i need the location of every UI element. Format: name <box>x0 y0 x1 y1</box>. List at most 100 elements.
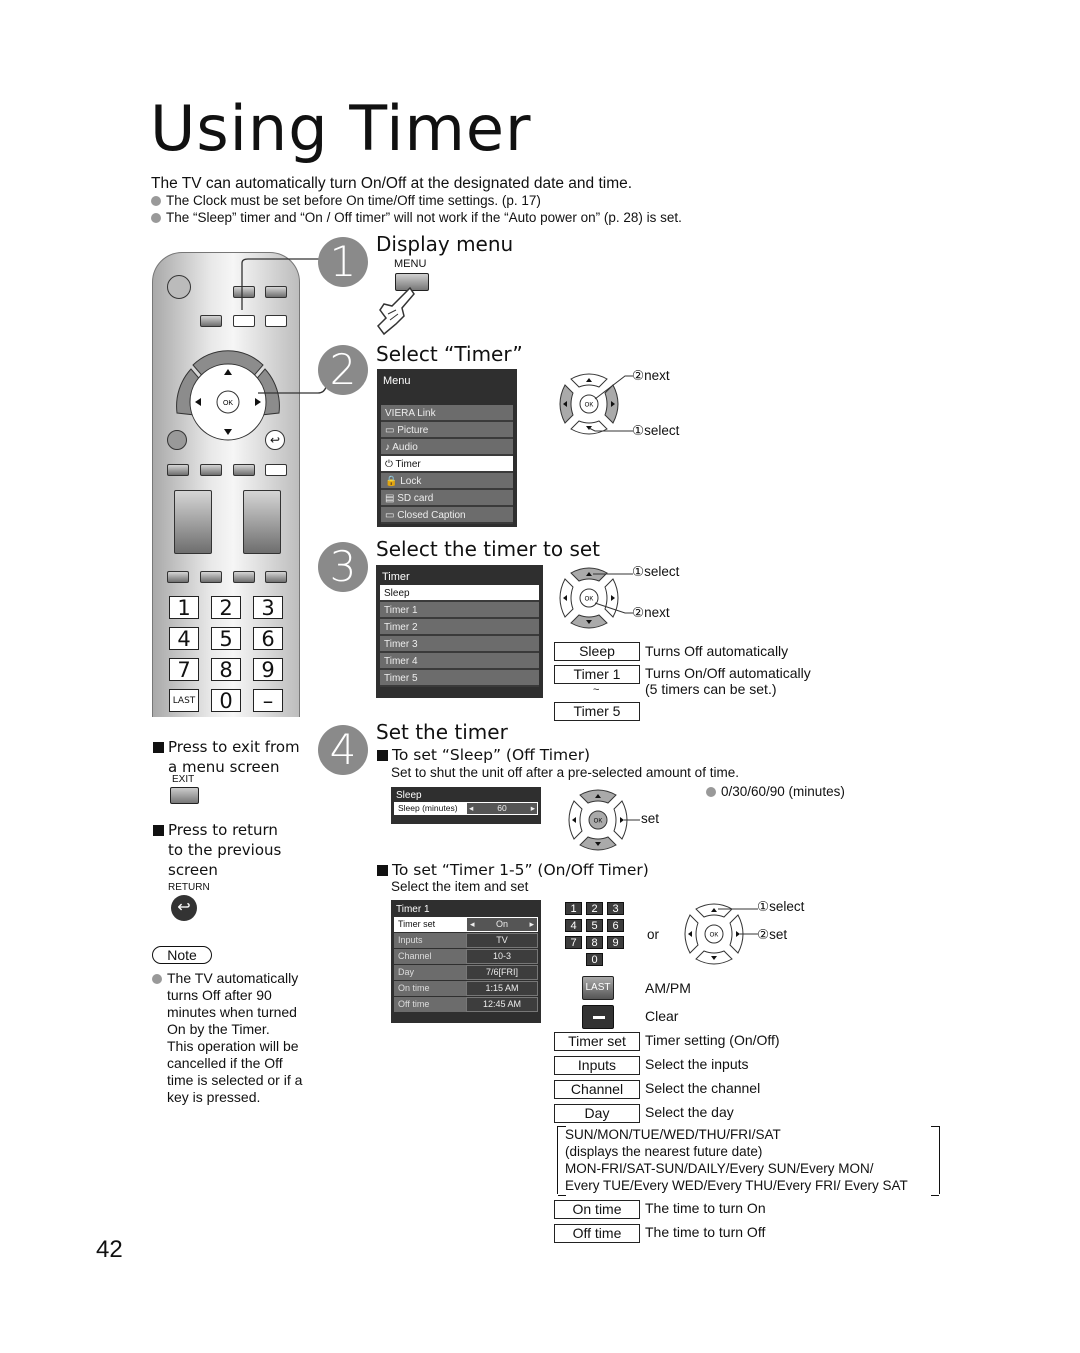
minus-icon <box>593 1016 605 1019</box>
timer1-row[interactable]: Inputs TV <box>394 933 538 948</box>
step-title: Display menu <box>376 232 514 256</box>
connector-lines <box>241 258 327 394</box>
step-title: Select the timer to set <box>376 537 601 561</box>
dpad-icon: OK <box>559 373 633 435</box>
power-button <box>167 275 191 299</box>
timer15-heading: To set “Timer 1-5” (On/Off Timer) <box>377 861 649 879</box>
step-number: 4 <box>318 725 368 775</box>
menu-item[interactable]: 🔒 Lock <box>381 473 513 490</box>
day-option-line: SUN/MON/TUE/WED/THU/FRI/SAT <box>565 1127 781 1142</box>
timer1-row-value: 12:45 AM <box>466 997 538 1012</box>
bullet-item: The Clock must be set before On time/Off… <box>151 193 541 208</box>
bullet-item: The “Sleep” timer and “On / Off timer” w… <box>151 210 682 225</box>
timer-item[interactable]: Timer 2 <box>380 619 539 636</box>
keypad-key: 0 <box>586 953 603 966</box>
number-key: 8 <box>211 658 241 681</box>
timer1-row-value: 7/6[FRI] <box>466 965 538 980</box>
legend-text: Select the day <box>645 1104 734 1120</box>
note-line: turns Off after 90 <box>167 987 272 1003</box>
menu-header: Menu <box>383 375 411 387</box>
exit-instruction: Press to exit from a menu screen <box>153 737 300 777</box>
menu-item[interactable]: ▭ Closed Caption <box>381 507 513 524</box>
svg-text:OK: OK <box>585 403 594 409</box>
menu-item-icon: ♪ <box>385 442 390 453</box>
keypad-key: 5 <box>586 919 603 932</box>
number-key: 2 <box>211 596 241 619</box>
legend-text: Turns On/Off automatically <box>645 665 811 681</box>
menu-item-icon: ⏻ <box>385 459 393 470</box>
timer1-screen-header: Timer 1 <box>396 904 430 915</box>
menu-item[interactable]: ⏻ Timer <box>381 456 513 473</box>
remote-button <box>167 464 189 476</box>
last-key: LAST <box>582 976 614 1000</box>
timer1-row-value: 10-3 <box>466 949 538 964</box>
day-option-line: Every TUE/Every WED/Every THU/Every FRI/… <box>565 1178 908 1193</box>
channel-rocker <box>243 490 281 554</box>
return-label: RETURN <box>168 882 210 893</box>
number-key: 1 <box>169 596 199 619</box>
legend-box: On time <box>554 1200 640 1219</box>
nav-select-label: ①select <box>757 899 805 914</box>
number-key: 6 <box>253 627 283 650</box>
timer1-row[interactable]: Timer set ◂ On ▸ <box>394 917 538 932</box>
step-title: Select “Timer” <box>376 342 523 366</box>
dpad-icon: OK <box>559 567 633 629</box>
legend-box: Channel <box>554 1080 640 1099</box>
sleep-screen-header: Sleep <box>396 790 422 801</box>
bullet-dot-icon <box>152 974 162 984</box>
day-option-line: MON-FRI/SAT-SUN/DAILY/Every SUN/Every MO… <box>565 1161 874 1176</box>
sleep-options: 0/30/60/90 (minutes) <box>706 784 845 799</box>
timer-item[interactable]: Timer 4 <box>380 653 539 670</box>
sleep-heading: To set “Sleep” (Off Timer) <box>377 746 590 764</box>
menu-item[interactable]: ♪ Audio <box>381 439 513 456</box>
svg-text:OK: OK <box>585 597 594 603</box>
dpad-icon: OK <box>684 903 758 965</box>
note-line: minutes when turned <box>167 1004 297 1020</box>
timer15-description: Select the item and set <box>391 879 529 894</box>
svg-text:OK: OK <box>710 933 719 939</box>
remote-button <box>200 315 222 327</box>
menu-item[interactable]: ▭ Picture <box>381 422 513 439</box>
remote-button <box>265 464 287 476</box>
pointing-hand-icon <box>377 286 415 336</box>
note-badge: Note <box>152 946 212 964</box>
step-number: 1 <box>318 237 368 287</box>
remote-button <box>200 464 222 476</box>
timer1-row[interactable]: Channel 10-3 <box>394 949 538 964</box>
timer1-row-label: Off time <box>394 997 466 1012</box>
dpad-icon: OK <box>568 789 640 851</box>
timer-item[interactable]: Timer 5 <box>380 670 539 687</box>
number-key: 5 <box>211 627 241 650</box>
svg-text:OK: OK <box>594 819 603 825</box>
timer-header: Timer <box>382 571 410 583</box>
timer1-screen: Timer 1 Timer set ◂ On ▸ Inputs TV Channel 10-3… <box>391 900 541 1023</box>
timer-item[interactable]: Timer 1 <box>380 602 539 619</box>
menu-item-icon: ▭ <box>385 425 395 436</box>
menu-item[interactable]: ▤ SD card <box>381 490 513 507</box>
note-line: The TV automatically <box>167 970 299 986</box>
nav-next-label: ②next <box>632 605 670 620</box>
menu-item[interactable]: VIERA Link <box>381 405 513 422</box>
legend-text: (5 timers can be set.) <box>645 681 777 697</box>
legend-text: Select the inputs <box>645 1056 749 1072</box>
timer1-row-label: Day <box>394 965 466 980</box>
square-bullet-icon <box>377 749 388 761</box>
note-line: time is selected or if a <box>167 1072 303 1088</box>
timer-item[interactable]: Timer 3 <box>380 636 539 653</box>
keypad-key: 9 <box>607 936 624 949</box>
timer1-row[interactable]: Off time 12:45 AM <box>394 997 538 1012</box>
legend-text: Timer setting (On/Off) <box>645 1032 780 1048</box>
legend-box-sleep: Sleep <box>554 642 640 661</box>
bullet-dot-icon <box>151 195 161 206</box>
keypad-key: 2 <box>586 902 603 915</box>
last-description: AM/PM <box>645 980 691 996</box>
timer-screen: Timer Sleep Timer 1 Timer 2 Timer 3 Timer 4T… <box>376 565 543 698</box>
clear-description: Clear <box>645 1008 679 1024</box>
timer-item[interactable]: Sleep <box>380 585 539 602</box>
number-key: 9 <box>253 658 283 681</box>
timer1-row-label: Timer set <box>394 917 466 932</box>
timer1-row[interactable]: On time 1:15 AM <box>394 981 538 996</box>
menu-item-icon: ▤ <box>385 493 395 504</box>
timer1-row[interactable]: Day 7/6[FRI] <box>394 965 538 980</box>
nav-set-label: set <box>641 811 660 826</box>
